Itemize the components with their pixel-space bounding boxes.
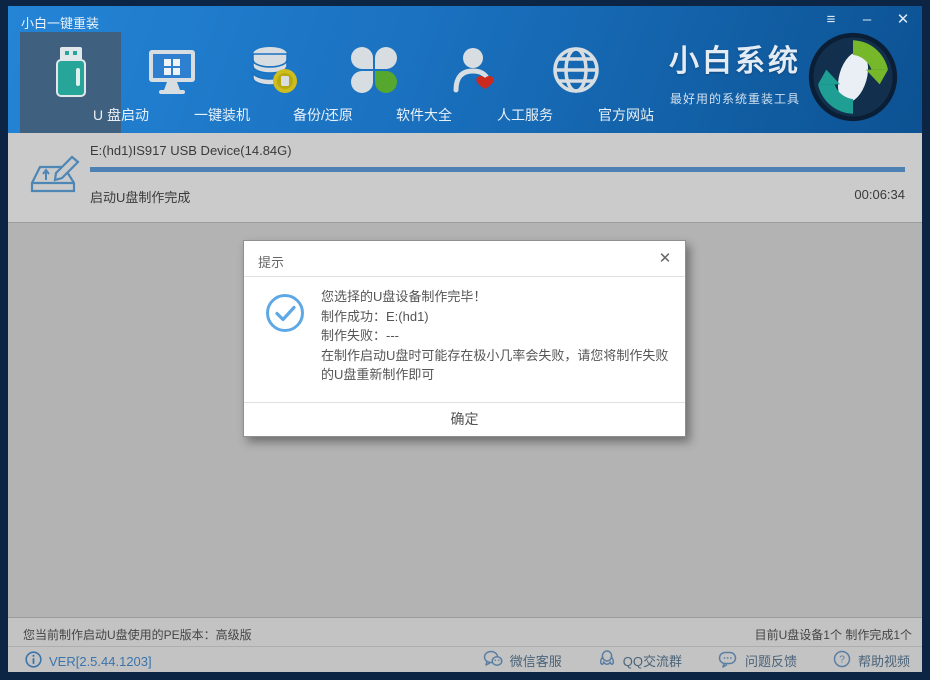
dialog-message-line: 制作成功：E:(hd1) [321,308,429,324]
app-frame: 小白一键重装 ≡ – ✕ U 盘启动 一键装机 备份/还原 软件大全 人工服务 … [0,0,930,680]
usb-device-label: E:(hd1)IS917 USB Device(14.84G) [90,143,292,158]
dialog-message-line: 在制作启动U盘时可能存在极小几率会失败，请您将制作失败的U盘重新制作即可 [321,347,669,383]
tab-label: 官方网站 [598,107,654,123]
progress-status-text: 启动U盘制作完成 [90,190,191,205]
tab-software-collection[interactable]: 软件大全 [323,32,452,133]
device-count-text: 目前U盘设备1个 制作完成1个 [754,628,912,642]
dialog-message-line: 制作失败：--- [321,328,399,343]
close-icon[interactable]: ✕ [892,10,914,30]
app-window: 小白一键重装 ≡ – ✕ U 盘启动 一键装机 备份/还原 软件大全 人工服务 … [8,6,922,672]
help-circle-icon: ? [833,650,851,671]
tab-one-key-install[interactable]: 一键装机 [121,32,250,133]
elapsed-time: 00:06:34 [854,187,905,202]
qq-group-link[interactable]: QQ交流群 [598,650,682,671]
status-bar: 您当前制作启动U盘使用的PE版本：高级版 目前U盘设备1个 制作完成1个 [8,617,922,646]
feedback-link[interactable]: 问题反馈 [718,650,797,671]
qq-icon [598,650,616,671]
version-group[interactable]: VER[2.5.44.1203] [25,651,152,671]
wechat-support-link[interactable]: 微信客服 [483,650,562,671]
window-title: 小白一键重装 [21,16,100,31]
tab-human-service[interactable]: 人工服务 [424,32,553,133]
feedback-bubble-icon [718,651,738,671]
footer-link-label: 帮助视频 [857,654,910,669]
tab-official-website[interactable]: 官方网站 [525,32,654,133]
brand-tagline: 最好用的系统重装工具 [669,92,800,106]
tab-backup-restore[interactable]: 备份/还原 [222,32,353,133]
dialog-header: 提示 ✕ [244,241,685,277]
dialog-close-icon[interactable]: ✕ [655,249,675,269]
check-circle-icon [265,293,305,338]
titlebar[interactable]: 小白一键重装 ≡ – ✕ [8,6,922,32]
footer-link-label: 问题反馈 [744,654,797,669]
nav-tabs: U 盘启动 一键装机 备份/还原 软件大全 人工服务 官方网站 [20,32,654,133]
help-video-link[interactable]: ? 帮助视频 [833,650,910,671]
progress-bar [90,167,905,172]
dialog-title: 提示 [258,255,285,270]
footer-bar: VER[2.5.44.1203] 微信客服 QQ交流群 问题反馈 ? 帮助视频 [8,646,922,672]
ok-button[interactable]: 确定 [244,402,685,436]
window-controls: ≡ – ✕ [820,10,914,30]
prompt-dialog: 提示 ✕ 您选择的U盘设备制作完毕！ 制作成功：E:(hd1) 制作失败：---… [243,240,686,437]
menu-icon[interactable]: ≡ [820,10,842,30]
version-text: VER[2.5.44.1203] [49,653,152,669]
brand-name: 小白系统 [669,45,801,78]
dialog-body: 您选择的U盘设备制作完毕！ 制作成功：E:(hd1) 制作失败：--- 在制作启… [244,277,685,385]
footer-links: 微信客服 QQ交流群 问题反馈 ? 帮助视频 [483,650,910,671]
progress-bar-fill [90,167,905,172]
dialog-message-line: 您选择的U盘设备制作完毕！ [321,289,487,304]
footer-link-label: QQ交流群 [622,654,682,669]
info-icon [25,651,42,671]
tab-usb-boot[interactable]: U 盘启动 [20,32,149,133]
wechat-icon [483,650,503,671]
brand: 小白系统 最好用的系统重装工具 [656,36,814,107]
swirl-arrows-logo [807,31,899,123]
minimize-icon[interactable]: – [856,10,878,30]
progress-section: E:(hd1)IS917 USB Device(14.84G) 启动U盘制作完成… [8,133,922,223]
footer-link-label: 微信客服 [509,654,562,669]
svg-text:?: ? [839,654,845,666]
header: 小白一键重装 ≡ – ✕ U 盘启动 一键装机 备份/还原 软件大全 人工服务 … [8,6,922,133]
pe-version-text: 您当前制作启动U盘使用的PE版本：高级版 [23,628,252,642]
write-disk-icon [26,153,82,204]
